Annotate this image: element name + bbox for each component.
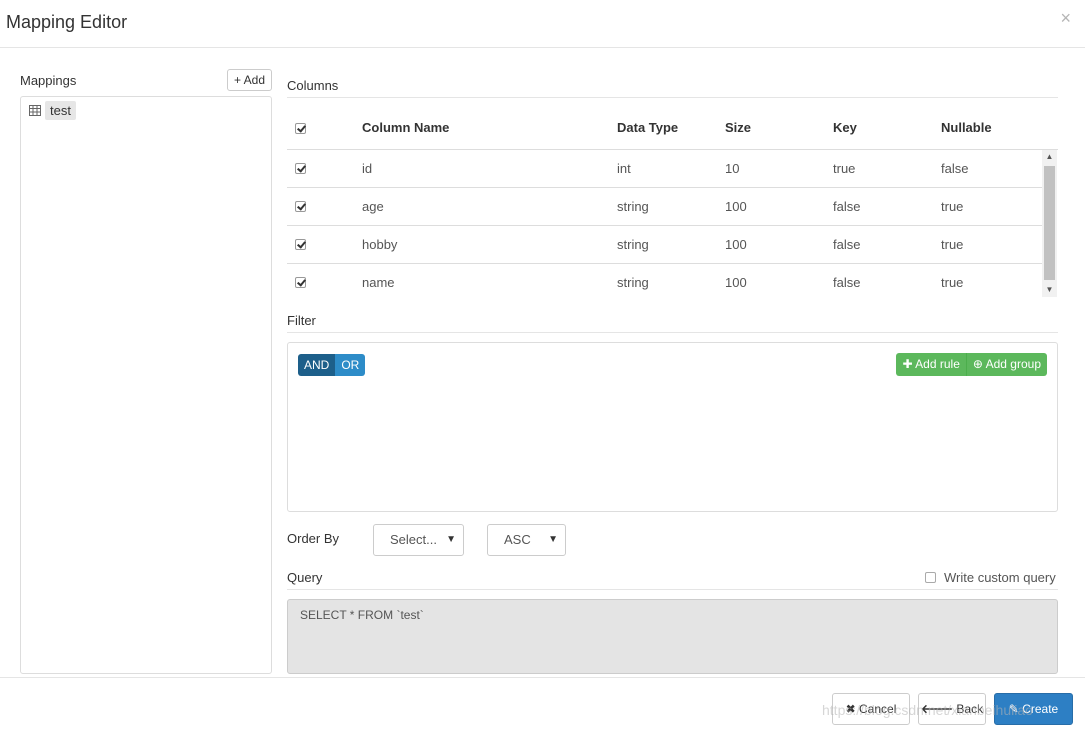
header-data-type: Data Type <box>617 120 679 135</box>
table-row[interactable]: id int 10 true false <box>287 150 1042 188</box>
checkbox <box>295 123 306 134</box>
cell-column-name: hobby <box>362 237 398 252</box>
cell-key: false <box>833 275 861 290</box>
cell-column-name: age <box>362 199 384 214</box>
tree-item-test[interactable]: test <box>29 101 76 120</box>
custom-query-label: Write custom query <box>944 570 1056 585</box>
cell-size: 10 <box>725 161 740 176</box>
row-checkbox[interactable] <box>295 276 306 291</box>
cell-data-type: int <box>617 161 631 176</box>
order-field-select[interactable]: Select... ▼ <box>373 524 464 556</box>
row-checkbox[interactable] <box>295 238 306 253</box>
cell-key: false <box>833 237 861 252</box>
scroll-thumb[interactable] <box>1044 166 1055 280</box>
plus-circle-icon: ⊕ <box>972 357 983 371</box>
order-field-value: Select... <box>390 532 437 547</box>
rule-actions: ✚ Add rule ⊕ Add group <box>896 353 1047 376</box>
cell-column-name: id <box>362 161 373 176</box>
order-by-label: Order By <box>287 531 340 546</box>
filter-builder: AND OR ✚ Add rule ⊕ Add group <box>287 342 1058 512</box>
back-label: Back <box>956 702 984 716</box>
create-label: Create <box>1022 702 1059 716</box>
header-column-name: Column Name <box>362 120 450 135</box>
add-rule-label: Add rule <box>915 357 960 371</box>
cell-key: false <box>833 199 861 214</box>
cell-nullable: true <box>941 275 964 290</box>
or-button[interactable]: OR <box>335 354 366 376</box>
cell-nullable: true <box>941 237 964 252</box>
cell-key: true <box>833 161 856 176</box>
query-divider <box>287 589 1058 590</box>
plus-icon: ✚ <box>902 357 913 371</box>
cell-nullable: false <box>941 161 969 176</box>
and-button[interactable]: AND <box>298 354 336 376</box>
add-group-button[interactable]: ⊕ Add group <box>965 353 1047 376</box>
cell-data-type: string <box>617 275 649 290</box>
header-key: Key <box>833 120 857 135</box>
columns-scrollbar[interactable]: ▲ ▼ <box>1042 150 1057 297</box>
table-row[interactable]: age string 100 false true <box>287 188 1042 226</box>
table-icon <box>29 105 41 116</box>
mappings-label: Mappings <box>20 73 77 88</box>
caret-down-icon: ▼ <box>548 534 558 545</box>
columns-table-body: id int 10 true false age string 100 fals… <box>287 149 1058 298</box>
close-icon: ✖ <box>845 702 856 716</box>
order-direction-select[interactable]: ASC ▼ <box>487 524 566 556</box>
header-nullable: Nullable <box>941 120 992 135</box>
cell-size: 100 <box>725 275 747 290</box>
custom-query-checkbox[interactable] <box>925 572 936 583</box>
filter-section-title: Filter <box>287 313 316 328</box>
custom-query-toggle[interactable]: Write custom query <box>925 570 1056 585</box>
add-mapping-button[interactable]: + Add <box>227 69 272 91</box>
back-button[interactable]: 🡐 Back <box>918 693 986 725</box>
row-checkbox[interactable] <box>295 162 306 177</box>
scroll-up-icon[interactable]: ▲ <box>1042 150 1057 164</box>
arrow-left-icon: 🡐 <box>920 702 954 716</box>
cell-data-type: string <box>617 199 649 214</box>
query-textarea[interactable]: SELECT * FROM `test` <box>287 599 1058 674</box>
modal-header: Mapping Editor × <box>0 0 1085 48</box>
mappings-tree: test <box>20 96 272 674</box>
columns-section-title: Columns <box>287 78 339 93</box>
table-row[interactable]: hobby string 100 false true <box>287 226 1042 264</box>
add-rule-button[interactable]: ✚ Add rule <box>896 353 966 376</box>
cell-size: 100 <box>725 199 747 214</box>
cancel-button[interactable]: ✖ Cancel <box>832 693 910 725</box>
modal-title: Mapping Editor <box>6 12 128 32</box>
create-button[interactable]: ✎ Create <box>994 693 1073 725</box>
header-size: Size <box>725 120 752 135</box>
tree-item-label: test <box>45 101 76 120</box>
query-section-title: Query <box>287 570 323 585</box>
cell-size: 100 <box>725 237 747 252</box>
close-icon[interactable]: × <box>1060 9 1071 27</box>
select-all-checkbox[interactable] <box>295 121 306 139</box>
add-group-label: Add group <box>985 357 1041 371</box>
row-checkbox[interactable] <box>295 200 306 215</box>
cell-nullable: true <box>941 199 964 214</box>
cell-column-name: name <box>362 275 395 290</box>
cancel-label: Cancel <box>859 702 897 716</box>
caret-down-icon: ▼ <box>446 534 456 545</box>
scroll-down-icon[interactable]: ▼ <box>1042 283 1057 297</box>
cell-data-type: string <box>617 237 649 252</box>
magic-wand-icon: ✎ <box>1008 702 1019 716</box>
condition-toggle: AND OR <box>298 354 366 376</box>
filter-divider <box>287 332 1058 333</box>
table-row[interactable]: name string 100 false true <box>287 264 1042 298</box>
columns-divider <box>287 97 1058 98</box>
order-direction-value: ASC <box>504 532 531 547</box>
